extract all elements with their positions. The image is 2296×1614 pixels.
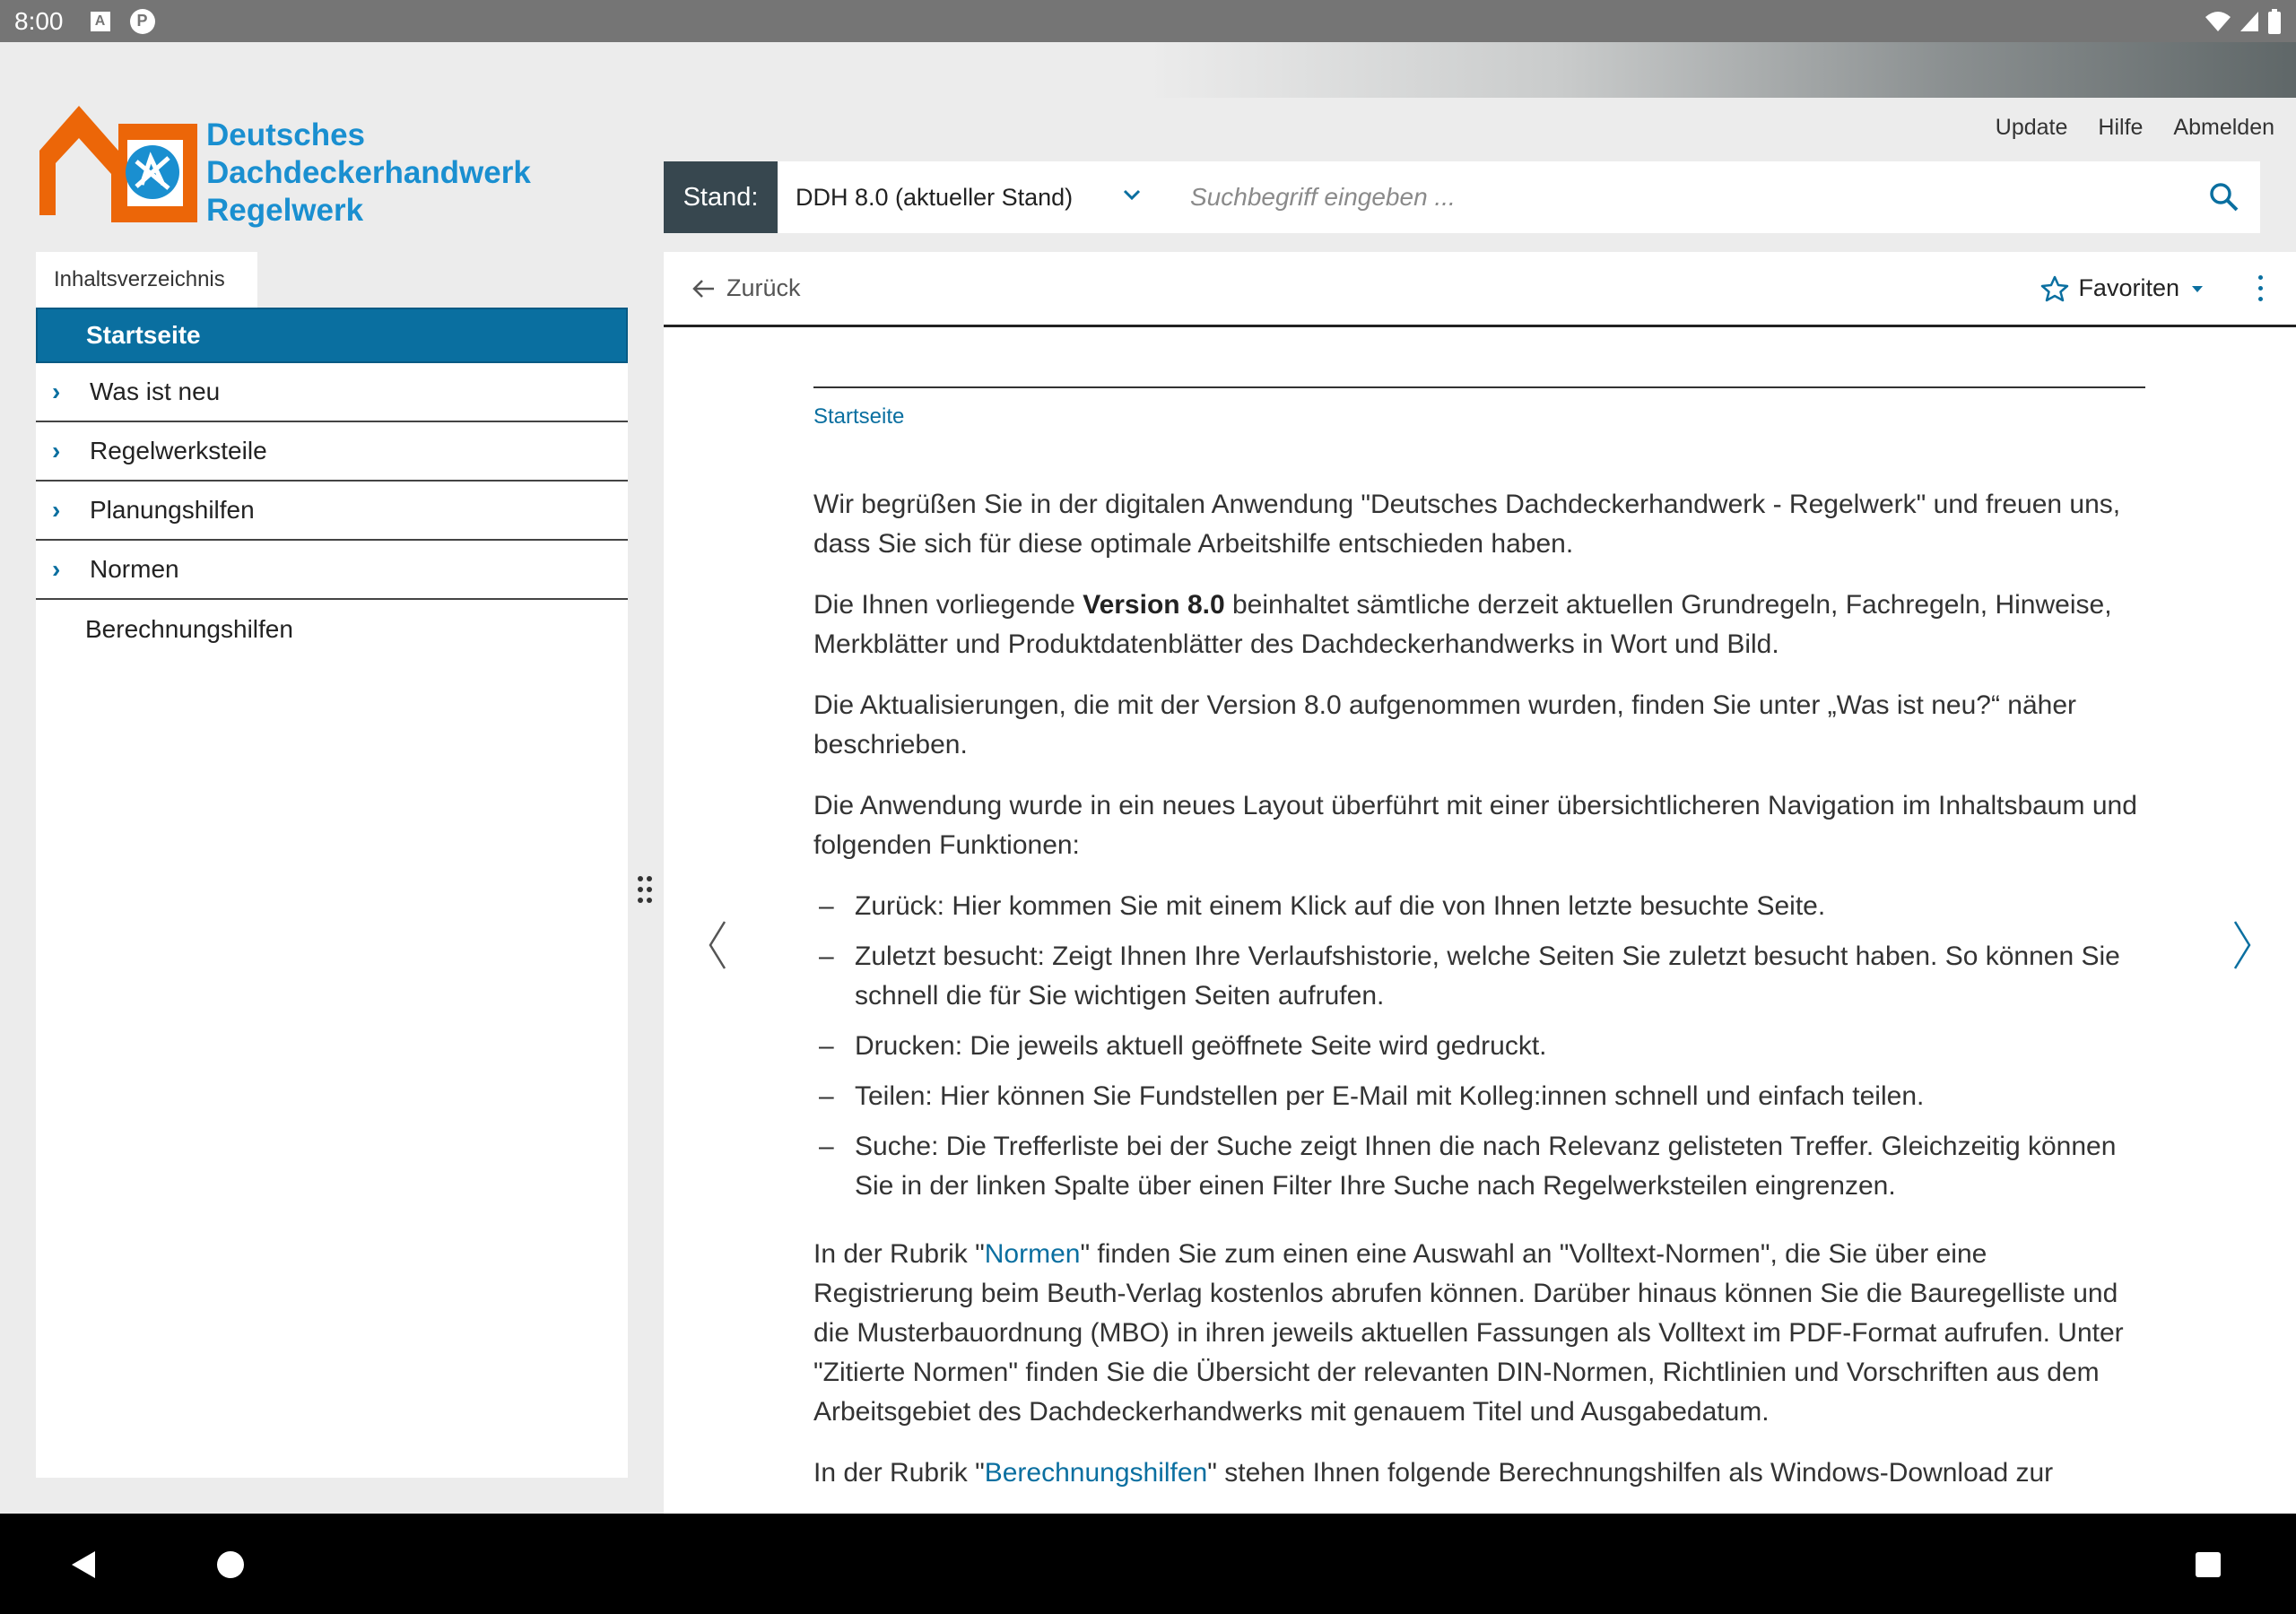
caret-down-icon (2192, 285, 2203, 292)
logout-link[interactable]: Abmelden (2173, 115, 2274, 141)
version-bold: Version 8.0 (1083, 590, 1225, 620)
status-icons (2205, 8, 2282, 34)
paragraph-normen: In der Rubrik "Normen" finden Sie zum ei… (813, 1235, 2145, 1432)
list-item: Zuletzt besucht: Zeigt Ihnen Ihre Verlau… (813, 937, 2145, 1016)
logo-line-3: Regelwerk (206, 193, 364, 228)
status-bar: 8:00 A P (0, 0, 2296, 42)
logo-line-1: Deutsches (206, 117, 366, 152)
stand-selected-value: DDH 8.0 (aktueller Stand) (796, 183, 1074, 211)
update-link[interactable]: Update (1996, 115, 2068, 141)
text: In der Rubrik " (813, 1239, 985, 1269)
sidebar-item-normen[interactable]: › Normen (36, 541, 628, 600)
search-icon (2210, 183, 2239, 212)
signal-icon (2240, 11, 2258, 31)
stand-search-bar: Stand: DDH 8.0 (aktueller Stand) (664, 161, 2260, 233)
top-links: Update Hilfe Abmelden (1996, 115, 2274, 141)
sidebar-item-label: Startseite (86, 321, 201, 349)
feature-list: Zurück: Hier kommen Sie mit einem Klick … (813, 887, 2145, 1206)
nav-home-icon[interactable] (217, 1551, 244, 1578)
article: Startseite Wir begrüßen Sie in der digit… (813, 386, 2145, 1514)
chevron-right-icon[interactable]: › (36, 555, 90, 584)
sidebar: Startseite › Was ist neu › Regelwerkstei… (36, 308, 628, 1478)
logo-line-2: Dachdeckerhandwerk (206, 155, 531, 190)
paragraph-welcome: Wir begrüßen Sie in der digitalen Anwend… (813, 490, 2121, 559)
help-link[interactable]: Hilfe (2098, 115, 2143, 141)
list-item: Zurück: Hier kommen Sie mit einem Klick … (813, 887, 2145, 926)
sidebar-item-was-ist-neu[interactable]: › Was ist neu (36, 363, 628, 422)
logo[interactable]: Deutsches Dachdeckerhandwerk Regelwerk (36, 99, 531, 233)
favorites-label: Favoriten (2078, 274, 2179, 301)
star-icon (2041, 275, 2069, 301)
back-label: Zurück (726, 274, 801, 301)
search-button[interactable] (2188, 161, 2260, 233)
more-vert-icon[interactable] (2251, 275, 2269, 301)
paragraph-berechnungshilfen: In der Rubrik "Berechnungshilfen" stehen… (813, 1453, 2145, 1493)
sidebar-item-berechnungshilfen[interactable]: Berechnungshilfen (36, 600, 628, 659)
sidebar-item-label: Was ist neu (90, 377, 221, 405)
chevron-right-icon[interactable] (2231, 920, 2253, 970)
chevron-left-icon[interactable] (707, 920, 728, 970)
nav-recents-icon[interactable] (2196, 1552, 2221, 1577)
chevron-down-icon (1123, 189, 1141, 201)
normen-link[interactable]: Normen (985, 1239, 1081, 1269)
paragraph-updates: Die Aktualisierungen, die mit der Versio… (813, 690, 2077, 759)
logo-text: Deutsches Dachdeckerhandwerk Regelwerk (206, 117, 531, 230)
breadcrumb[interactable]: Startseite (813, 404, 2145, 430)
stand-select[interactable]: DDH 8.0 (aktueller Stand) (778, 161, 1163, 233)
list-item: Drucken: Die jeweils aktuell geöffnete S… (813, 1027, 2145, 1066)
favorites-button[interactable]: Favoriten (2040, 274, 2206, 303)
wifi-icon (2205, 11, 2231, 31)
chevron-right-icon[interactable]: › (36, 377, 90, 406)
app-p-icon: P (129, 8, 155, 34)
tab-table-of-contents[interactable]: Inhaltsverzeichnis (36, 252, 257, 308)
sidebar-item-regelwerksteile[interactable]: › Regelwerksteile (36, 422, 628, 482)
sidebar-item-startseite[interactable]: Startseite (36, 308, 628, 363)
list-item: Teilen: Hier können Sie Fundstellen per … (813, 1077, 2145, 1116)
paragraph-layout: Die Anwendung wurde in ein neues Layout … (813, 791, 2137, 860)
berechnungshilfen-link[interactable]: Berechnungshilfen (985, 1458, 1208, 1488)
keyboard-a-icon: A (90, 11, 110, 31)
sidebar-item-planungshilfen[interactable]: › Planungshilfen (36, 482, 628, 541)
list-item: Suche: Die Trefferliste bei der Suche ze… (813, 1127, 2145, 1206)
sidebar-item-label: Normen (90, 555, 179, 583)
drag-handle-icon[interactable] (635, 874, 655, 905)
main-content: Zurück Favoriten Startseite Wir begrüßen… (664, 252, 2296, 1514)
text: " stehen Ihnen folgende Berechnungshilfe… (1207, 1458, 2054, 1488)
arrow-left-icon (692, 279, 714, 298)
chevron-right-icon[interactable]: › (36, 437, 90, 465)
content-toolbar: Zurück Favoriten (664, 252, 2296, 327)
text: Die Ihnen vorliegende (813, 590, 1083, 620)
back-button[interactable]: Zurück (691, 274, 801, 302)
search-input[interactable] (1163, 161, 2188, 233)
chevron-right-icon[interactable]: › (36, 496, 90, 525)
stand-label: Stand: (664, 161, 778, 233)
status-time: 8:00 (14, 6, 64, 35)
paragraph-version: Die Ihnen vorliegende Version 8.0 beinha… (813, 586, 2145, 664)
nav-back-icon[interactable] (70, 1549, 97, 1580)
sidebar-item-label: Planungshilfen (90, 496, 255, 524)
battery-icon (2268, 8, 2281, 34)
system-nav-bar (0, 1514, 2296, 1614)
sidebar-item-label: Berechnungshilfen (85, 615, 293, 643)
text: In der Rubrik " (813, 1458, 985, 1488)
sidebar-item-label: Regelwerksteile (90, 437, 267, 464)
logo-house-icon (39, 106, 197, 222)
header-gradient (0, 42, 2296, 98)
article-body: Wir begrüßen Sie in der digitalen Anwend… (813, 485, 2145, 1493)
divider (813, 386, 2145, 388)
